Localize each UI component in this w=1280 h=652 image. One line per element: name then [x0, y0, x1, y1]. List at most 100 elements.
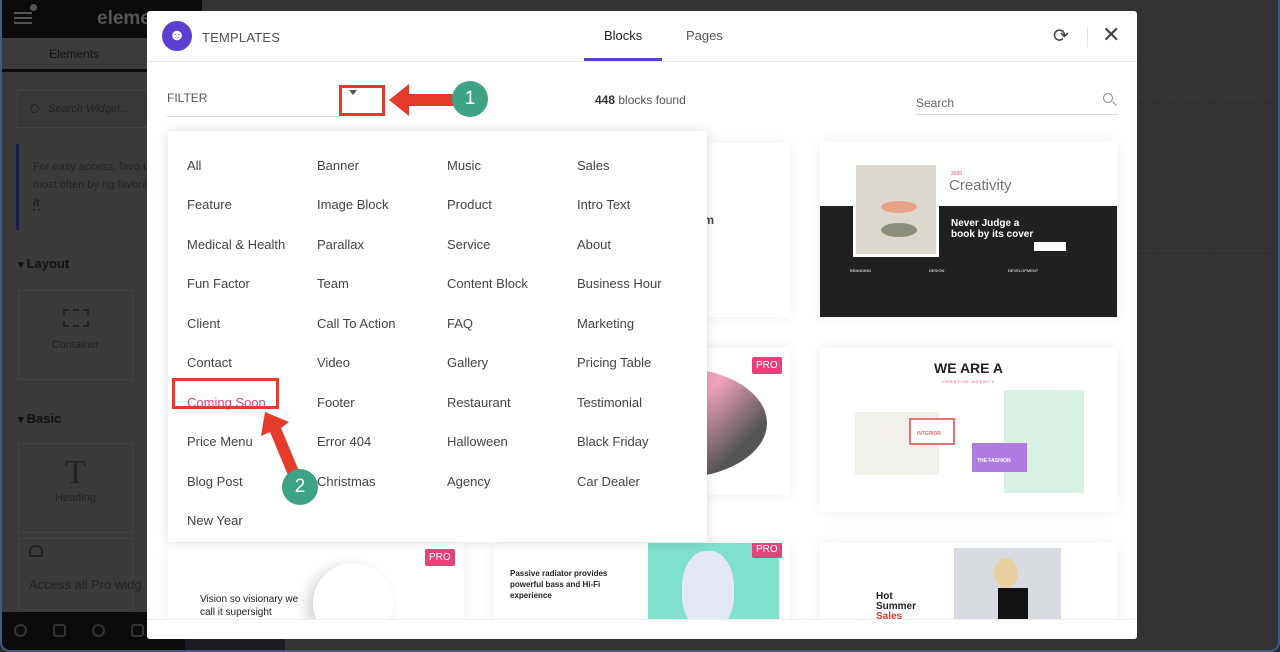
filter-option-restaurant[interactable]: Restaurant: [447, 395, 511, 410]
template-col: DEVELOPMENT: [1008, 268, 1039, 273]
responsive-mode-icon[interactable]: [131, 624, 144, 637]
elementor-logo: eleme: [97, 8, 151, 29]
count-suffix: blocks found: [615, 93, 686, 107]
filter-option-sales[interactable]: Sales: [577, 158, 610, 173]
pro-badge: PRO: [752, 357, 782, 374]
template-image: [1004, 390, 1084, 493]
filter-option-team[interactable]: Team: [317, 276, 349, 291]
filter-option-car-dealer[interactable]: Car Dealer: [577, 474, 640, 489]
canvas-divider: [1137, 253, 1277, 254]
screen: eleme Elements Search Widget... For easy…: [0, 0, 1280, 652]
filter-option-christmas[interactable]: Christmas: [317, 474, 376, 489]
filter-option-about[interactable]: About: [577, 237, 611, 252]
widget-container[interactable]: Container: [18, 290, 133, 380]
template-subtitle: CREATIVE AGENCY: [942, 379, 995, 384]
filter-option-service[interactable]: Service: [447, 237, 490, 252]
filter-option-error-404[interactable]: Error 404: [317, 434, 371, 449]
template-col: BRANDING: [850, 268, 872, 273]
modal-header: ☻ TEMPLATES Blocks Pages ⟳ ✕: [147, 11, 1137, 62]
pro-promo-text: Access all Pro widg: [29, 577, 142, 592]
filter-option-agency[interactable]: Agency: [447, 474, 490, 489]
heading-icon: T: [65, 454, 86, 491]
templates-logo-icon: ☻: [162, 21, 192, 51]
history-icon[interactable]: [92, 624, 105, 637]
template-search-input[interactable]: [916, 91, 1118, 115]
section-basic[interactable]: Basic: [18, 411, 62, 426]
tip-text: For easy access, favo use most often by …: [33, 161, 161, 191]
close-icon[interactable]: ✕: [1102, 22, 1120, 48]
header-divider: [1087, 27, 1088, 47]
filter-option-black-friday[interactable]: Black Friday: [577, 434, 649, 449]
canvas-divider: [1137, 102, 1277, 103]
filter-option-parallax[interactable]: Parallax: [317, 237, 364, 252]
filter-option-marketing[interactable]: Marketing: [577, 316, 634, 331]
annotation-box-coming-soon: [172, 378, 279, 409]
filter-option-all[interactable]: All: [187, 158, 201, 173]
filter-option-call-to-action[interactable]: Call To Action: [317, 316, 396, 331]
filter-option-price-menu[interactable]: Price Menu: [187, 434, 253, 449]
template-button: [1034, 242, 1066, 251]
filter-select[interactable]: [167, 116, 339, 117]
template-card[interactable]: WE ARE A CREATIVE AGENCY INTERIOR THE FA…: [820, 348, 1117, 512]
search-icon[interactable]: [1103, 93, 1113, 103]
blocks-count: 448 blocks found: [595, 93, 686, 107]
filter-option-image-block[interactable]: Image Block: [317, 197, 389, 212]
filter-option-blog-post[interactable]: Blog Post: [187, 474, 243, 489]
filter-option-halloween[interactable]: Halloween: [447, 434, 508, 449]
widget-label: Container: [51, 339, 100, 351]
filter-option-banner[interactable]: Banner: [317, 158, 359, 173]
widget-heading[interactable]: T Heading: [18, 443, 133, 533]
filter-option-fun-factor[interactable]: Fun Factor: [187, 276, 250, 291]
navigator-icon[interactable]: [53, 624, 66, 637]
template-tag: THE FASHION: [972, 443, 1027, 472]
annotation-step-1: 1: [452, 81, 488, 117]
template-text: Passive radiator provides powerful bass …: [510, 569, 608, 600]
pro-promo[interactable]: Access all Pro widg: [18, 538, 142, 610]
container-icon: [62, 309, 89, 327]
templates-modal: ☻ TEMPLATES Blocks Pages ⟳ ✕ FILTER 448 …: [147, 11, 1137, 639]
filter-option-product[interactable]: Product: [447, 197, 492, 212]
annotation-step-2: 2: [282, 469, 318, 505]
filter-option-testimonial[interactable]: Testimonial: [577, 395, 642, 410]
filter-option-gallery[interactable]: Gallery: [447, 355, 488, 370]
modal-title: TEMPLATES: [202, 30, 281, 45]
notification-dot-icon: [30, 4, 37, 11]
template-title: Creativity: [949, 177, 1012, 194]
filter-option-video[interactable]: Video: [317, 355, 350, 370]
filter-option-footer[interactable]: Footer: [317, 395, 355, 410]
filter-option-faq[interactable]: FAQ: [447, 316, 473, 331]
template-tag: INTERIOR: [909, 418, 955, 445]
template-image: [853, 162, 939, 257]
template-text: Vision so visionary we call it supersigh…: [200, 594, 299, 618]
filter-option-business-hour[interactable]: Business Hour: [577, 276, 662, 291]
template-title: WE ARE A: [934, 360, 1003, 376]
section-layout[interactable]: Layout: [18, 256, 70, 271]
filter-option-client[interactable]: Client: [187, 316, 220, 331]
active-tab-indicator: [584, 58, 662, 61]
lock-icon: [29, 545, 43, 557]
filter-dropdown: All Feature Medical & Health Fun Factor Clie…: [168, 131, 707, 542]
annotation-box-filter: [339, 85, 385, 116]
filter-option-intro-text[interactable]: Intro Text: [577, 197, 630, 212]
count-number: 448: [595, 93, 616, 107]
template-card[interactable]: 2020 Creativity Never Judge a book by it…: [820, 142, 1117, 317]
filter-option-contact[interactable]: Contact: [187, 355, 232, 370]
filter-option-music[interactable]: Music: [447, 158, 481, 173]
filter-option-new-year[interactable]: New Year: [187, 513, 243, 528]
template-col: DESIGN: [929, 268, 945, 273]
hamburger-menu-icon[interactable]: [14, 12, 32, 24]
modal-footer: [147, 619, 1137, 639]
tab-blocks[interactable]: Blocks: [604, 28, 642, 43]
filter-option-pricing-table[interactable]: Pricing Table: [577, 355, 651, 370]
template-headline: Never Judge a book by its cover: [951, 218, 1034, 240]
settings-icon[interactable]: [14, 624, 27, 637]
tab-pages[interactable]: Pages: [686, 28, 723, 43]
filter-option-content-block[interactable]: Content Block: [447, 276, 528, 291]
pro-badge: PRO: [752, 543, 782, 558]
canvas-strip: [185, 639, 285, 650]
sync-icon[interactable]: ⟳: [1053, 25, 1069, 48]
pro-badge: PRO: [425, 549, 455, 566]
filter-option-feature[interactable]: Feature: [187, 197, 232, 212]
filter-option-medical-health[interactable]: Medical & Health: [187, 237, 285, 252]
widget-label: Heading: [55, 492, 96, 504]
